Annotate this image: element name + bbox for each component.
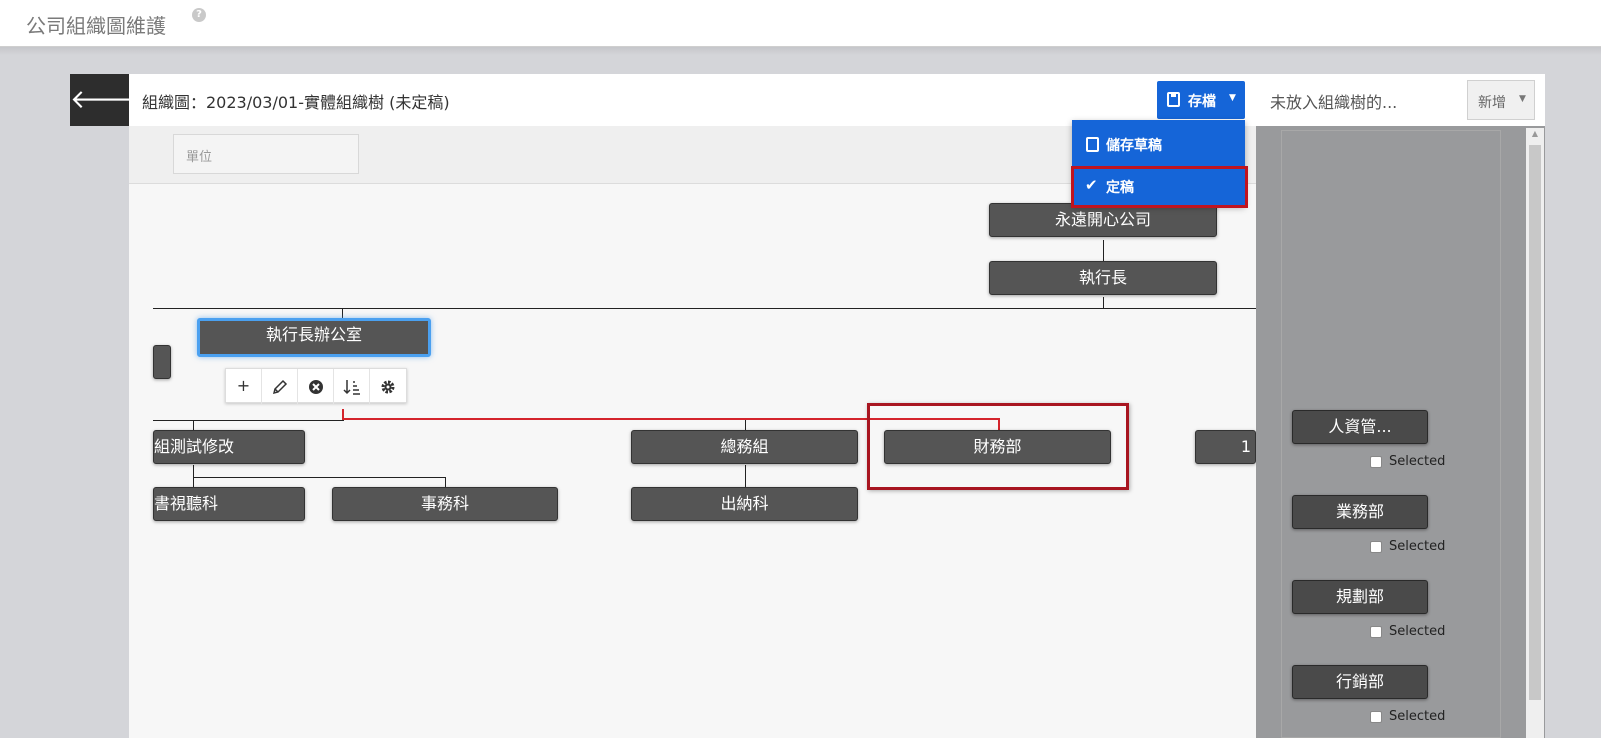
drop-target-highlight xyxy=(867,403,1129,490)
unplaced-node-marketing[interactable]: 行銷部 xyxy=(1292,665,1428,699)
connector-line xyxy=(153,420,344,421)
sort-node-button[interactable] xyxy=(334,369,370,404)
node-toolbar: + xyxy=(225,368,407,404)
org-node-av-section[interactable]: 書視聽科 xyxy=(153,487,305,521)
connector-line xyxy=(193,477,446,478)
settings-node-button[interactable] xyxy=(370,369,406,404)
select-checkbox[interactable] xyxy=(1370,456,1382,468)
sort-icon xyxy=(342,379,360,395)
add-button-label: 新增 xyxy=(1478,95,1506,111)
scroll-up-icon[interactable]: ▲ xyxy=(1529,129,1541,141)
unplaced-node-sales[interactable]: 業務部 xyxy=(1292,495,1428,529)
edit-node-button[interactable] xyxy=(262,369,298,404)
org-node-ceo-office[interactable]: 執行長辦公室 xyxy=(197,318,431,357)
back-button[interactable]: 🡐 xyxy=(70,74,140,126)
connector-line xyxy=(153,308,1256,309)
save-button[interactable]: 存檔 ▼ xyxy=(1157,81,1245,119)
select-label: Selected xyxy=(1389,624,1446,639)
org-node-cashier[interactable]: 出納科 xyxy=(631,487,858,521)
times-circle-icon xyxy=(308,379,323,394)
select-checkbox[interactable] xyxy=(1370,626,1382,638)
menu-item-label: 儲存草稿 xyxy=(1106,138,1162,154)
caret-down-icon: ▼ xyxy=(1519,94,1526,104)
pencil-icon xyxy=(272,379,287,394)
chart-title: 組織圖：2023/03/01-實體組織樹 (未定稿) xyxy=(142,93,450,112)
org-node-affairs-section[interactable]: 事務科 xyxy=(332,487,558,521)
select-label: Selected xyxy=(1389,454,1446,469)
top-header xyxy=(0,0,1601,47)
gear-icon xyxy=(381,380,395,393)
floppy-disk-icon xyxy=(1167,92,1180,107)
unplaced-panel-title: 未放入組織樹的... xyxy=(1270,93,1398,112)
connector-line xyxy=(745,465,746,488)
header-divider xyxy=(0,47,1601,55)
floppy-disk-icon xyxy=(1086,137,1099,152)
add-dropdown-button[interactable]: 新增 ▼ xyxy=(1467,80,1535,120)
finalize-highlight xyxy=(1071,166,1248,208)
org-node-test-group[interactable]: 組測試修改 xyxy=(153,430,305,464)
select-checkbox[interactable] xyxy=(1370,541,1382,553)
delete-node-button[interactable] xyxy=(298,369,334,404)
unplaced-node-planning[interactable]: 規劃部 xyxy=(1292,580,1428,614)
scrollbar-thumb[interactable] xyxy=(1529,145,1541,700)
org-node-partial-right[interactable]: 1 xyxy=(1195,430,1256,464)
unit-search-input[interactable]: 單位 xyxy=(173,134,359,174)
save-button-label: 存檔 xyxy=(1188,94,1216,110)
add-node-button[interactable]: + xyxy=(226,369,262,404)
select-label: Selected xyxy=(1389,539,1446,554)
org-node-company[interactable]: 永遠開心公司 xyxy=(989,203,1217,237)
caret-down-icon: ▼ xyxy=(1229,93,1236,103)
org-node-partial-left[interactable] xyxy=(153,345,171,379)
question-circle-icon[interactable]: ? xyxy=(192,8,206,22)
page-title: 公司組織圖維護 xyxy=(26,14,166,38)
select-label: Selected xyxy=(1389,709,1446,724)
unplaced-node-hr[interactable]: 人資管... xyxy=(1292,410,1428,444)
menu-item-save-draft[interactable]: 儲存草稿 xyxy=(1072,124,1245,164)
org-node-general-affairs[interactable]: 總務組 xyxy=(631,430,858,464)
org-node-ceo[interactable]: 執行長 xyxy=(989,261,1217,295)
select-checkbox[interactable] xyxy=(1370,711,1382,723)
